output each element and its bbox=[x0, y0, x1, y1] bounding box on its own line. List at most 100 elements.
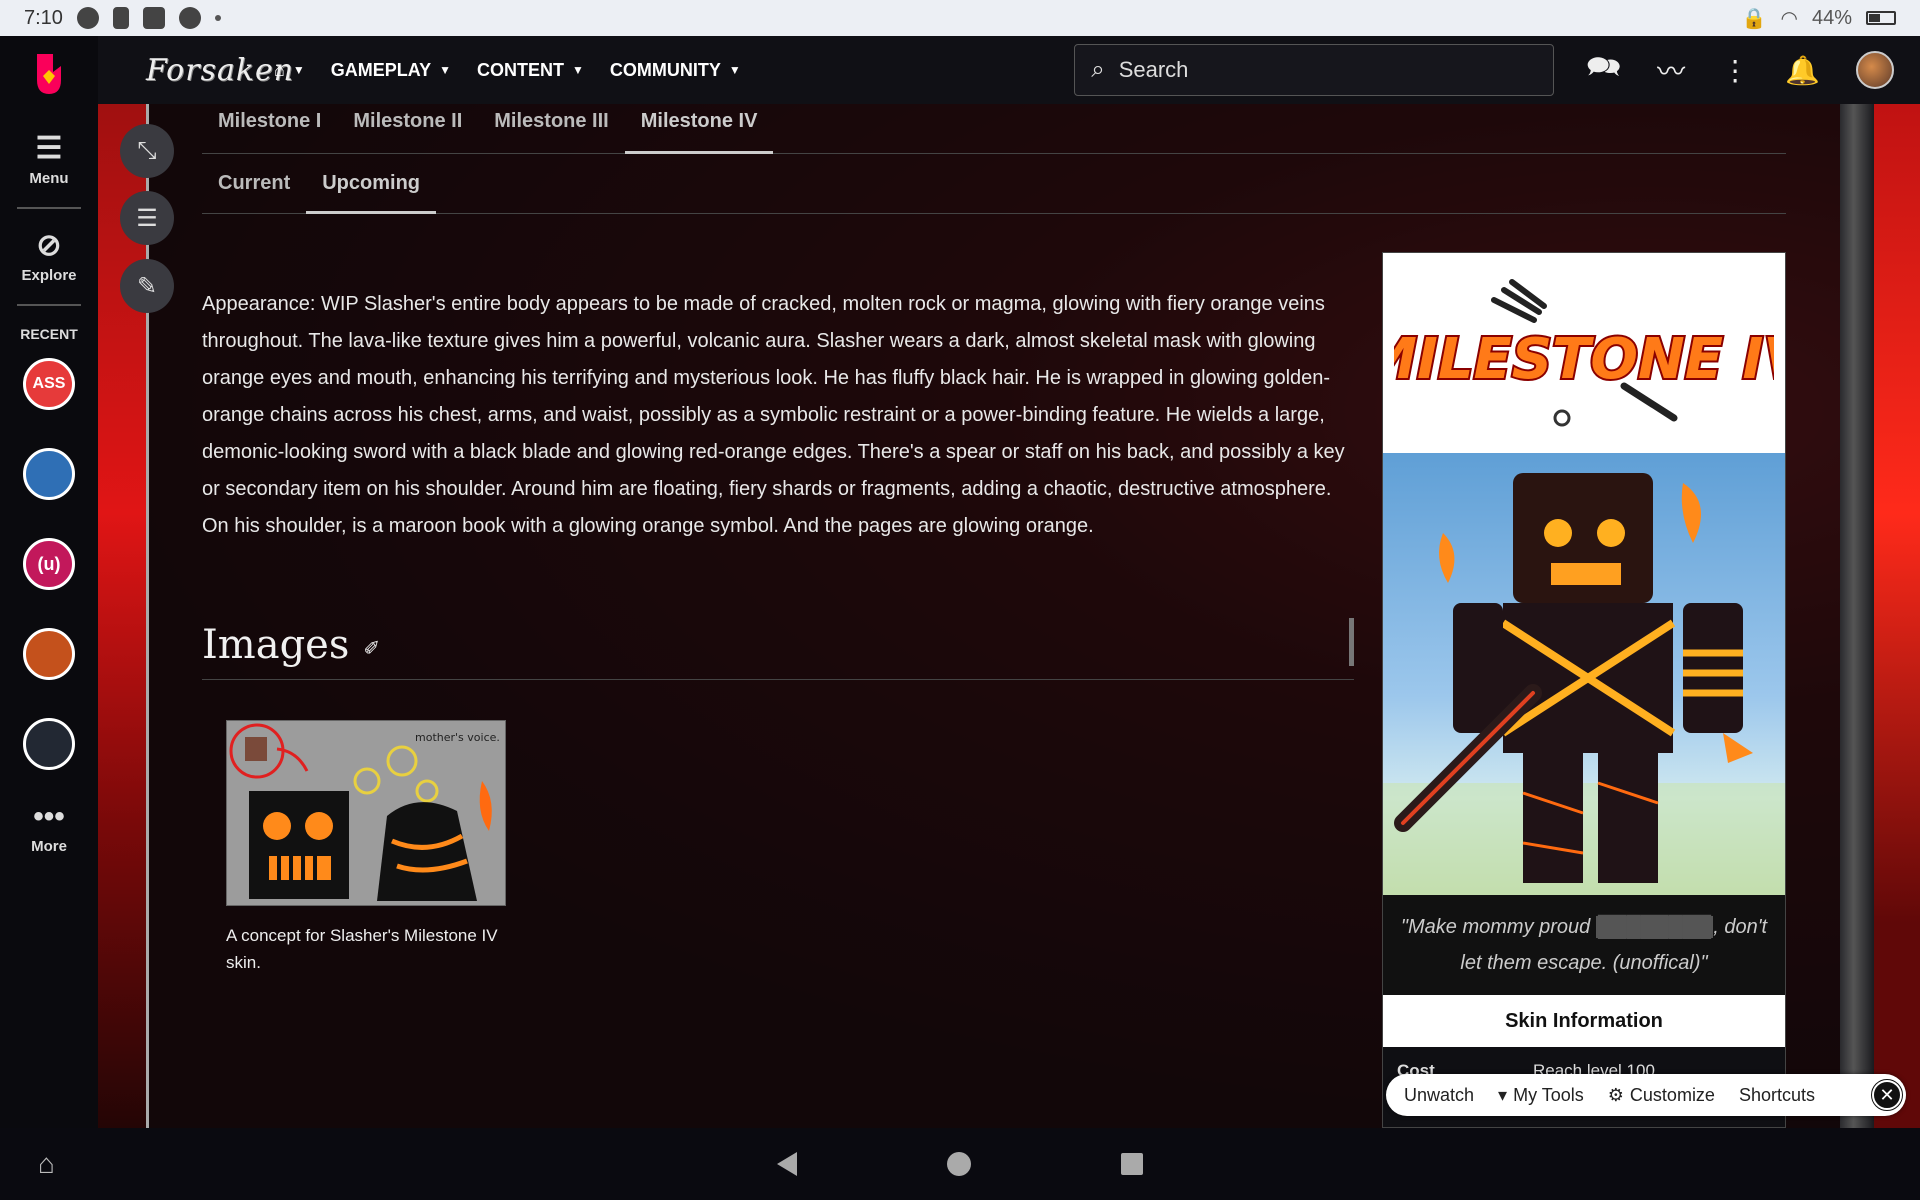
recents-icon[interactable] bbox=[1121, 1153, 1143, 1175]
nav-community-label: COMMUNITY bbox=[609, 59, 721, 80]
my-tools-button[interactable]: ▾ My Tools bbox=[1498, 1085, 1584, 1106]
wiki-logo[interactable]: Forsaken bbox=[146, 53, 293, 88]
wiki-top-nav: Forsaken ⌂ ▼ GAMEPLAY ▼ CONTENT ▼ COMMUNITY… bbox=[98, 36, 1920, 104]
images-section-heading: Images ✐ bbox=[202, 622, 1354, 680]
search-placeholder: Search bbox=[1118, 57, 1189, 82]
close-toolbar-icon[interactable]: ✕ bbox=[1871, 1079, 1903, 1111]
content-scrollbar-track[interactable] bbox=[1840, 104, 1874, 1128]
chevron-down-icon: ▼ bbox=[572, 63, 584, 77]
lock-icon bbox=[112, 7, 129, 29]
unwatch-button[interactable]: Unwatch bbox=[1404, 1085, 1474, 1106]
explore-label: Explore bbox=[21, 267, 77, 284]
background-right-strip bbox=[1874, 104, 1920, 1128]
vpn-lock-icon: 🔒 bbox=[1741, 7, 1767, 30]
app-notification-icon bbox=[76, 7, 99, 29]
caret-down-icon: ▾ bbox=[1498, 1084, 1508, 1105]
edit-section-icon[interactable]: ✐ bbox=[363, 636, 380, 660]
nav-content[interactable]: CONTENT ▼ bbox=[477, 60, 584, 81]
shortcuts-button[interactable]: Shortcuts bbox=[1739, 1085, 1815, 1106]
menu-label: Menu bbox=[29, 170, 69, 187]
list-icon: ☰ bbox=[136, 204, 158, 232]
search-input[interactable]: ⌕ Search bbox=[1074, 44, 1555, 96]
concept-art-note: mother's voice. bbox=[415, 731, 500, 744]
tab-current[interactable]: Current bbox=[202, 154, 306, 214]
heading-side-bar bbox=[1349, 618, 1354, 666]
pencil-icon: ✎ bbox=[136, 272, 158, 300]
amazon-icon bbox=[142, 7, 165, 29]
user-avatar[interactable] bbox=[1856, 51, 1894, 89]
more-notifications-icon bbox=[214, 15, 221, 21]
gallery-caption: A concept for Slasher's Milestone IV ski… bbox=[226, 926, 498, 972]
gallery-image[interactable]: mother's voice. bbox=[226, 720, 506, 906]
recent-wiki-4[interactable] bbox=[23, 628, 75, 680]
milestone-logo-image: MILESTONE IV bbox=[1394, 279, 1774, 427]
home-icon[interactable] bbox=[947, 1152, 971, 1176]
my-tools-label: My Tools bbox=[1513, 1084, 1584, 1105]
menu-button[interactable]: ☰ Menu bbox=[29, 132, 68, 187]
nav-gameplay[interactable]: GAMEPLAY ▼ bbox=[331, 60, 451, 81]
milestone-tabs: Milestone I Milestone II Milestone III M… bbox=[202, 104, 1786, 154]
rail-divider bbox=[17, 304, 81, 306]
tab-milestone-1[interactable]: Milestone I bbox=[202, 104, 337, 154]
play-icon bbox=[178, 7, 201, 29]
customize-label: Customize bbox=[1629, 1084, 1715, 1105]
wifi-icon: ◠ bbox=[1780, 7, 1798, 30]
android-nav-bar: ⌂ bbox=[0, 1128, 1920, 1200]
battery-icon bbox=[1866, 11, 1896, 25]
tab-milestone-2[interactable]: Milestone II bbox=[337, 104, 478, 154]
battery-percent: 44% bbox=[1811, 6, 1852, 29]
back-icon[interactable] bbox=[777, 1152, 797, 1176]
recent-wiki-1[interactable]: ASS bbox=[23, 358, 75, 410]
android-status-bar: 7:10 🔒 ◠ 44% bbox=[0, 0, 1920, 36]
recent-wiki-2[interactable] bbox=[23, 448, 75, 500]
more-dots-icon: ••• bbox=[33, 800, 65, 833]
status-time: 7:10 bbox=[24, 6, 63, 29]
more-button[interactable]: ••• More bbox=[31, 800, 67, 855]
recent-label: RECENT bbox=[20, 326, 78, 342]
edit-button[interactable]: ✎ bbox=[120, 259, 174, 313]
quote-redacted: ████████ bbox=[1595, 916, 1714, 938]
home-launcher-icon[interactable]: ⌂ bbox=[38, 1148, 55, 1180]
activity-icon[interactable]: 〰 bbox=[1657, 50, 1685, 90]
tab-upcoming[interactable]: Upcoming bbox=[306, 154, 437, 214]
version-tabs: Current Upcoming bbox=[202, 154, 1786, 214]
bottom-toolbar: Unwatch ▾ My Tools ⚙ Customize Shortcuts ✕ bbox=[1386, 1074, 1906, 1116]
toc-button[interactable]: ☰ bbox=[120, 191, 174, 245]
recent-wiki-1-label: ASS bbox=[32, 375, 66, 392]
explore-button[interactable]: ⊘ Explore bbox=[21, 229, 76, 284]
hamburger-icon: ☰ bbox=[35, 132, 63, 165]
tab-milestone-4[interactable]: Milestone IV bbox=[624, 104, 774, 154]
appearance-paragraph: Appearance: WIP Slasher's entire body ap… bbox=[202, 293, 1345, 537]
infobox-section-title: Skin Information bbox=[1383, 995, 1785, 1047]
tab-milestone-3[interactable]: Milestone III bbox=[478, 104, 624, 154]
nav-gameplay-label: GAMEPLAY bbox=[330, 59, 432, 80]
nav-community[interactable]: COMMUNITY ▼ bbox=[610, 60, 741, 81]
milestone-logo-text: MILESTONE IV bbox=[1394, 327, 1774, 392]
chevron-down-icon: ▼ bbox=[292, 63, 305, 77]
quote-start: "Make mommy proud bbox=[1400, 916, 1596, 938]
search-icon: ⌕ bbox=[1091, 56, 1105, 83]
notifications-bell-icon[interactable]: 🔔 bbox=[1785, 54, 1820, 87]
rail-divider bbox=[17, 207, 81, 209]
recent-wiki-3[interactable]: (u) bbox=[23, 538, 75, 590]
home-icon: ⌂ bbox=[274, 59, 285, 80]
infobox-title-image: MILESTONE IV bbox=[1383, 253, 1785, 453]
background-left-strip bbox=[98, 104, 146, 1128]
slasher-skin-render bbox=[1383, 473, 1785, 895]
chevron-down-icon: ▼ bbox=[728, 63, 741, 77]
collapse-button[interactable]: ⤡ bbox=[120, 124, 174, 178]
infobox: MILESTONE IV "Make mommy proud █████ bbox=[1382, 252, 1786, 1128]
images-heading-text: Images bbox=[202, 622, 350, 668]
kebab-menu-icon[interactable]: ⋮ bbox=[1721, 54, 1749, 87]
customize-button[interactable]: ⚙ Customize bbox=[1608, 1085, 1715, 1106]
infobox-skin-image[interactable] bbox=[1383, 453, 1785, 895]
compass-icon: ⊘ bbox=[36, 229, 62, 262]
infobox-quote: "Make mommy proud ████████, don't let th… bbox=[1383, 895, 1785, 995]
fandom-logo-icon[interactable] bbox=[29, 50, 69, 98]
recent-wiki-5[interactable] bbox=[23, 718, 75, 770]
nav-content-label: CONTENT bbox=[477, 59, 565, 80]
more-label: More bbox=[31, 838, 67, 855]
discussions-icon[interactable]: 🗪 bbox=[1586, 46, 1621, 94]
gear-icon: ⚙ bbox=[1607, 1084, 1624, 1105]
nav-home-dropdown[interactable]: ⌂ ▼ bbox=[274, 60, 305, 81]
